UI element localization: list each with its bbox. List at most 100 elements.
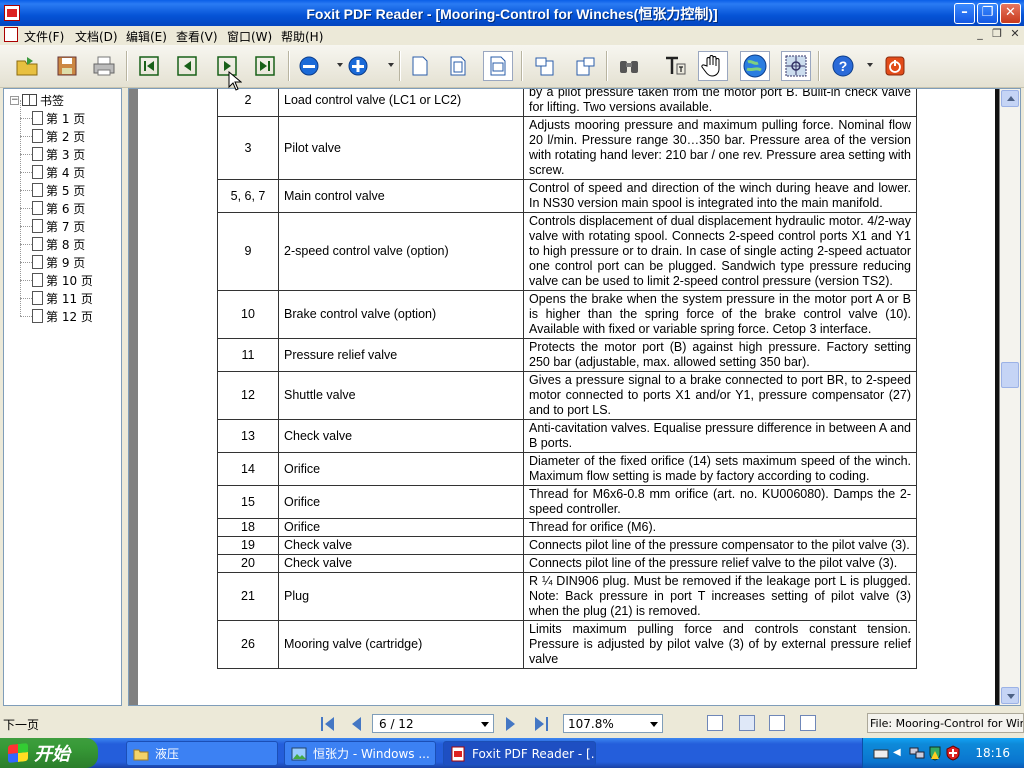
help-dropdown[interactable] bbox=[867, 63, 873, 67]
zoom-combo[interactable]: 107.8% bbox=[563, 714, 663, 733]
bookmark-item-label: 第 1 页 bbox=[46, 111, 86, 126]
bookmark-item[interactable]: 第 2 页 bbox=[20, 118, 93, 145]
rotate-left-icon[interactable] bbox=[530, 51, 560, 81]
bookmark-item[interactable]: 第 4 页 bbox=[20, 154, 93, 181]
bookmark-item[interactable]: 第 1 页 bbox=[20, 100, 93, 127]
item-number-cell: 13 bbox=[217, 419, 279, 453]
bookmark-panel[interactable]: − 书签 第 1 页第 2 页第 3 页第 4 页第 5 页第 6 页第 7 页… bbox=[3, 88, 122, 706]
scroll-up-button[interactable] bbox=[1001, 90, 1019, 107]
bookmark-item[interactable]: 第 3 页 bbox=[20, 136, 93, 163]
item-name-cell: Load control valve (LC1 or LC2) bbox=[278, 89, 524, 117]
bookmark-item[interactable]: 第 7 页 bbox=[20, 208, 93, 235]
facing-view-icon[interactable] bbox=[769, 715, 785, 731]
task-folder[interactable]: 液压 bbox=[126, 741, 278, 766]
table-row: 2 Load control valve (LC1 or LC2) by a pil… bbox=[217, 89, 917, 117]
item-description-cell: Diameter of the fixed orifice (14) sets … bbox=[523, 452, 917, 486]
last-page-icon[interactable] bbox=[250, 51, 280, 81]
hand-tool-icon[interactable] bbox=[698, 51, 728, 81]
maximize-button[interactable]: ❐ bbox=[977, 3, 998, 24]
page-dropdown-arrow-icon[interactable] bbox=[481, 722, 489, 727]
zoom-out-icon[interactable] bbox=[294, 51, 324, 81]
find-icon[interactable] bbox=[614, 51, 644, 81]
bookmark-item-label: 第 4 页 bbox=[46, 165, 86, 180]
continuous-view-icon[interactable] bbox=[739, 715, 755, 731]
previous-page-icon[interactable] bbox=[172, 51, 202, 81]
print-icon[interactable] bbox=[89, 51, 119, 81]
tray-expand-icon[interactable]: ◀ bbox=[893, 747, 909, 763]
menu-document[interactable]: 文档(D) bbox=[75, 28, 118, 45]
web-icon[interactable] bbox=[740, 51, 770, 81]
bookmark-item-label: 第 8 页 bbox=[46, 237, 86, 252]
document-view[interactable]: 2 Load control valve (LC1 or LC2) by a pil… bbox=[128, 88, 1021, 706]
vertical-scrollbar[interactable] bbox=[1000, 89, 1020, 705]
save-icon[interactable] bbox=[52, 51, 82, 81]
text-select-icon[interactable] bbox=[660, 51, 690, 81]
document-icon[interactable] bbox=[4, 27, 18, 42]
item-description-cell: Connects pilot line of the pressure reli… bbox=[523, 554, 917, 573]
rotate-right-icon[interactable] bbox=[570, 51, 600, 81]
item-number-cell: 9 bbox=[217, 212, 279, 291]
item-number-cell: 15 bbox=[217, 485, 279, 519]
fit-width-icon[interactable] bbox=[483, 51, 513, 81]
bookmark-item[interactable]: 第 9 页 bbox=[20, 244, 93, 271]
zoom-in-dropdown[interactable] bbox=[388, 63, 394, 67]
table-row: 5, 6, 7 Main control valve Control of spee… bbox=[217, 179, 917, 213]
start-button[interactable]: 开始 bbox=[0, 738, 98, 768]
security-warning-icon[interactable] bbox=[927, 745, 943, 761]
collapse-icon[interactable]: − bbox=[10, 95, 19, 105]
zoom-dropdown-arrow-icon[interactable] bbox=[650, 722, 658, 727]
snapshot-icon[interactable] bbox=[781, 51, 811, 81]
pdf-page[interactable]: 2 Load control valve (LC1 or LC2) by a pil… bbox=[138, 89, 995, 705]
scroll-thumb[interactable] bbox=[1001, 362, 1019, 388]
fit-page-icon[interactable] bbox=[443, 51, 473, 81]
menu-edit[interactable]: 编辑(E) bbox=[126, 28, 167, 45]
scroll-down-button[interactable] bbox=[1001, 687, 1019, 704]
open-icon[interactable] bbox=[12, 51, 42, 81]
doc-minimize-button[interactable]: _ bbox=[973, 28, 987, 41]
page-icon bbox=[32, 183, 43, 197]
item-name-cell: Mooring valve (cartridge) bbox=[278, 620, 524, 669]
toolbar-separator bbox=[288, 51, 290, 81]
keyboard-icon[interactable] bbox=[873, 745, 889, 761]
bookmark-root[interactable]: − 书签 bbox=[10, 92, 64, 108]
task-image-viewer[interactable]: 恒张力 - Windows ... bbox=[284, 741, 436, 766]
shield-icon[interactable] bbox=[945, 745, 961, 761]
zoom-in-icon[interactable] bbox=[343, 51, 373, 81]
item-number-cell: 10 bbox=[217, 290, 279, 339]
previous-page-nav-icon[interactable] bbox=[349, 716, 365, 732]
menu-view[interactable]: 查看(V) bbox=[176, 28, 218, 45]
doc-close-button[interactable]: ✕ bbox=[1008, 28, 1022, 41]
page-icon bbox=[32, 111, 43, 125]
bookmark-item[interactable]: 第 10 页 bbox=[20, 262, 93, 289]
taskbar: 开始 液压 恒张力 - Windows ... Foxit PDF Reader… bbox=[0, 738, 1024, 768]
task-foxit-reader[interactable]: Foxit PDF Reader - [... bbox=[443, 741, 596, 766]
last-page-nav-icon[interactable] bbox=[533, 716, 549, 732]
menu-help[interactable]: 帮助(H) bbox=[281, 28, 323, 45]
help-icon[interactable]: ? bbox=[828, 51, 858, 81]
item-number-cell: 18 bbox=[217, 518, 279, 537]
single-page-view-icon[interactable] bbox=[707, 715, 723, 731]
bookmark-item[interactable]: 第 8 页 bbox=[20, 226, 93, 253]
actual-size-icon[interactable] bbox=[405, 51, 435, 81]
bookmark-item[interactable]: 第 11 页 bbox=[20, 280, 93, 307]
network-icon[interactable] bbox=[909, 745, 925, 761]
menu-window[interactable]: 窗口(W) bbox=[227, 28, 272, 45]
first-page-icon[interactable] bbox=[134, 51, 164, 81]
exit-icon[interactable] bbox=[880, 51, 910, 81]
doc-restore-button[interactable]: ❐ bbox=[990, 28, 1004, 41]
minimize-button[interactable]: – bbox=[954, 3, 975, 24]
first-page-nav-icon[interactable] bbox=[320, 716, 336, 732]
menu-file[interactable]: 文件(F) bbox=[24, 28, 64, 45]
page-number-combo[interactable]: 6 / 12 bbox=[372, 714, 494, 733]
table-row: 18 Orifice Thread for orifice (M6). bbox=[217, 518, 917, 537]
title-bar[interactable]: Foxit PDF Reader - [Mooring-Control for … bbox=[0, 0, 1024, 26]
continuous-facing-view-icon[interactable] bbox=[800, 715, 816, 731]
item-number-cell: 21 bbox=[217, 572, 279, 621]
bookmark-item[interactable]: 第 6 页 bbox=[20, 190, 93, 217]
bookmark-item[interactable]: 第 12 页 bbox=[20, 298, 93, 325]
next-page-nav-icon[interactable] bbox=[502, 716, 518, 732]
bookmark-item[interactable]: 第 5 页 bbox=[20, 172, 93, 199]
item-description-cell: Gives a pressure signal to a brake conne… bbox=[523, 371, 917, 420]
close-button[interactable]: ✕ bbox=[1000, 3, 1021, 24]
item-description-cell: by a pilot pressure taken from the motor… bbox=[523, 89, 917, 117]
